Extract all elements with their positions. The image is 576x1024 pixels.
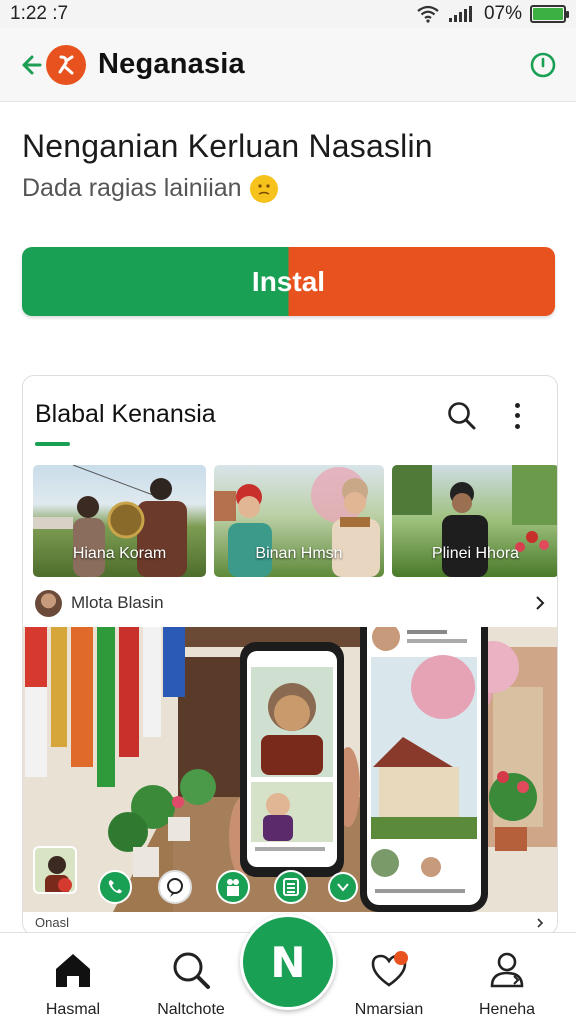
chevron-right-icon[interactable] [533, 596, 547, 610]
thumbnail-label: Binan Hmsn [255, 545, 343, 562]
featured-card: Blabal Kenansia Hiana Koram Binan Hmsn P… [22, 375, 558, 935]
nav-item-notifications[interactable]: Nmarsian [334, 933, 444, 1024]
thumbnail-label: Hiana Koram [72, 545, 167, 562]
scene-caption: Onasl [35, 915, 69, 930]
nav-item-profile[interactable]: Heneha [452, 933, 562, 1024]
author-row[interactable]: Mlota Blasin [35, 589, 547, 617]
fab-logo-text: N [270, 937, 306, 987]
nav-label-profile: Heneha [478, 1001, 536, 1018]
card-title-underline [35, 442, 70, 446]
search-icon[interactable] [446, 400, 478, 432]
list-action-icon[interactable] [274, 870, 308, 904]
thumbnail-label: Plinei Hhora [431, 545, 520, 562]
status-bar: 1:22 :7 07% [0, 0, 576, 28]
install-button[interactable]: Instal [22, 247, 555, 316]
avatar [35, 589, 62, 617]
signal-icon [448, 6, 472, 22]
face-emoji-icon [249, 174, 278, 203]
subline-text: Dada ragias lainiian [22, 174, 242, 202]
heart-notification-icon [371, 951, 408, 987]
phone-action-icon[interactable] [98, 870, 132, 904]
nav-label-search: Naltchote [157, 1001, 225, 1018]
nav-label-home: Hasmal [45, 1001, 101, 1018]
nav-label-notifications: Nmarsian [354, 1001, 424, 1018]
card-title: Blabal Kenansia [35, 400, 216, 428]
page-headline: Nenganian Kerluan Nasaslin [22, 128, 433, 164]
expand-action-icon[interactable] [328, 872, 358, 902]
thumbnail-3[interactable]: Plinei Hhora [392, 465, 557, 577]
thumbnail-2[interactable]: Binan Hmsn [214, 465, 384, 577]
user-thumbnail[interactable] [33, 846, 77, 894]
battery-percent: 07% [483, 3, 522, 24]
center-fab-button[interactable]: N [240, 914, 336, 1010]
search-icon [173, 952, 210, 989]
info-circle-icon[interactable] [528, 50, 558, 80]
thumbnail-row: Hiana Koram Binan Hmsn Plinei Hhora [33, 465, 557, 577]
nav-item-home[interactable]: Hasmal [18, 933, 128, 1024]
home-icon [56, 954, 90, 987]
author-name: Mlota Blasin [71, 593, 164, 612]
people-action-icon[interactable] [216, 870, 250, 904]
page-subline: Dada ragias lainiian [22, 174, 278, 203]
chat-action-icon[interactable] [158, 870, 192, 904]
app-logo-icon [46, 44, 86, 85]
action-icon-row [33, 846, 373, 906]
app-bar: Neganasia [0, 28, 576, 102]
wifi-icon [417, 5, 439, 23]
caption-chevron-icon[interactable] [535, 918, 545, 928]
status-time: 1:22 :7 [10, 3, 69, 24]
back-arrow-icon[interactable] [18, 53, 42, 77]
thumbnail-1[interactable]: Hiana Koram [33, 465, 206, 577]
profile-icon [490, 952, 524, 988]
nav-item-search[interactable]: Naltchote [136, 933, 246, 1024]
status-icons: 07% [416, 3, 569, 25]
battery-icon [530, 5, 569, 23]
app-title: Neganasia [98, 48, 245, 80]
more-options-icon[interactable] [507, 400, 527, 432]
